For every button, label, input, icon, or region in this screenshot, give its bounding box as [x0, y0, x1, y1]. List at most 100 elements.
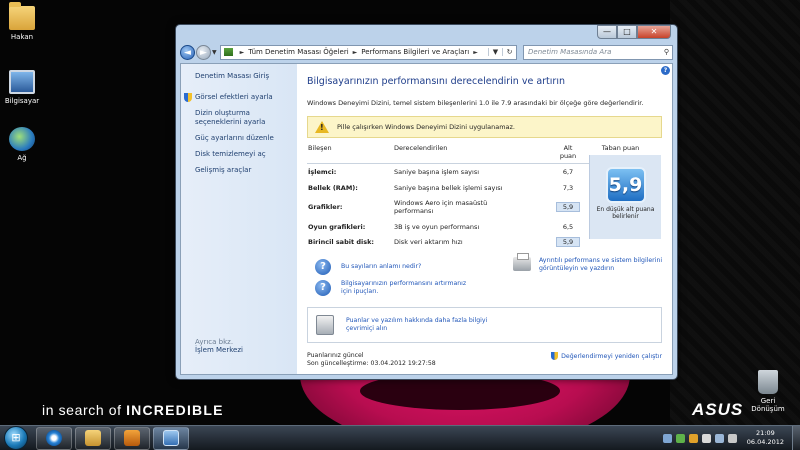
desktop-icon-user-folder[interactable]: Hakan: [0, 2, 47, 41]
desktop-icon-recycle-bin[interactable]: Geri Dönüşüm: [743, 370, 793, 413]
disk-cleanup-link[interactable]: Disk temizlemeyi aç: [195, 150, 291, 159]
maximize-button[interactable]: □: [617, 25, 637, 39]
improve-tips-link[interactable]: ? Bilgisayarınızın performansını artırma…: [315, 280, 485, 296]
recycle-bin-icon: [758, 370, 778, 394]
wireless-tray-icon[interactable]: [714, 433, 724, 443]
indexing-options-link[interactable]: Dizin oluşturma seçeneklerini ayarla: [195, 109, 291, 127]
back-button[interactable]: ◄: [180, 44, 195, 60]
row-subscore-lowest: 5,9: [556, 202, 580, 212]
taskbar-app-ie[interactable]: [36, 426, 72, 450]
minimize-button[interactable]: —: [597, 25, 617, 39]
refresh-icon[interactable]: ↻: [502, 48, 516, 56]
scores-meaning-link[interactable]: ? Bu sayıların anlamı nedir?: [315, 259, 421, 275]
show-desktop-button[interactable]: [792, 425, 800, 450]
help-question-icon: ?: [315, 280, 331, 296]
online-info-link[interactable]: Puanlar ve yazılım hakkında daha fazla b…: [346, 317, 506, 333]
control-panel-home-link[interactable]: Denetim Masası Giriş: [195, 72, 291, 81]
action-center-link[interactable]: İşlem Merkezi: [195, 346, 243, 355]
warning-text: Pille çalışırken Windows Deneyimi Dizini…: [337, 123, 515, 131]
desktop-icon-computer[interactable]: Bilgisayar: [0, 70, 47, 105]
close-button[interactable]: ✕: [637, 25, 671, 39]
page-title: Bilgisayarınızın performansını derecelen…: [307, 76, 565, 87]
breadcrumb-separator[interactable]: ►: [473, 49, 478, 56]
taskbar-app-explorer[interactable]: [75, 426, 111, 450]
row-subscore-lowest: 5,9: [556, 237, 580, 247]
ie-icon: [46, 430, 62, 446]
search-placeholder: Denetim Masasında Ara: [528, 48, 612, 56]
desktop-icon-label: Ağ: [17, 154, 27, 162]
row-rated: Saniye başına işlem sayısı: [394, 168, 480, 176]
row-subscore: 6,7: [562, 168, 574, 176]
score-table: Bileşen Derecelendirilen Alt puan Taban …: [307, 144, 661, 249]
slogan-prefix: in search of: [42, 402, 122, 418]
help-icon[interactable]: ?: [661, 66, 670, 75]
detailed-info-link[interactable]: Ayrıntılı performans ve sistem bilgileri…: [513, 253, 673, 273]
visual-effects-label: Görsel efektleri ayarla: [195, 93, 273, 101]
row-rated: 3B iş ve oyun performansı: [394, 223, 480, 231]
taskbar-app-media-player[interactable]: [114, 426, 150, 450]
desktop-icon-network[interactable]: Ağ: [0, 127, 47, 162]
network-tray-icon[interactable]: [662, 433, 672, 443]
uac-shield-icon: [184, 93, 192, 102]
scores-meaning-label: Bu sayıların anlamı nedir?: [341, 263, 422, 270]
action-center-tray-icon[interactable]: [688, 433, 698, 443]
clock[interactable]: 21:09 06.04.2012: [747, 429, 784, 447]
user-folder-icon: [9, 2, 35, 30]
battery-tray-icon[interactable]: [701, 433, 711, 443]
base-score-badge: 5,9: [605, 167, 646, 203]
page-description: Windows Deneyimi Dizini, temel sistem bi…: [307, 99, 644, 107]
taskbar-app-control-panel[interactable]: [153, 426, 189, 450]
row-component: Grafikler:: [308, 203, 343, 211]
volume-tray-icon[interactable]: [727, 433, 737, 443]
scores-current-text: Puanlarınız güncel: [307, 352, 364, 359]
forward-button[interactable]: ►: [196, 44, 211, 60]
row-subscore: 7,3: [562, 183, 574, 192]
advanced-tools-link[interactable]: Gelişmiş araçlar: [195, 166, 291, 175]
address-bar[interactable]: ► Tüm Denetim Masası Öğeleri ► Performan…: [219, 44, 517, 60]
help-question-icon: ?: [315, 259, 331, 275]
row-subscore: 6,5: [562, 223, 574, 231]
rerun-assessment-link[interactable]: Değerlendirmeyi yeniden çalıştır: [551, 352, 662, 360]
warning-icon: [315, 121, 329, 133]
breadcrumb-all-items[interactable]: Tüm Denetim Masası Öğeleri: [248, 48, 348, 56]
power-settings-link[interactable]: Güç ayarlarını düzenle: [195, 134, 291, 143]
main-pane: ? Bilgisayarınızın performansını derecel…: [297, 64, 672, 374]
recent-pages-dropdown[interactable]: ▼: [212, 49, 217, 56]
address-dropdown-icon[interactable]: ▼: [488, 48, 502, 56]
address-buttons: ▼ ↻: [488, 48, 516, 56]
search-box[interactable]: Denetim Masasında Ara ⚲: [523, 44, 673, 60]
desktop-icon-label: Hakan: [10, 33, 34, 41]
search-icon[interactable]: ⚲: [664, 48, 669, 56]
clock-date: 06.04.2012: [746, 438, 784, 446]
start-button[interactable]: ⊞: [4, 426, 28, 450]
desktop-icon-label: Bilgisayar: [4, 97, 40, 105]
battery-warning-banner: Pille çalışırken Windows Deneyimi Dizini…: [307, 116, 662, 138]
software-box-icon: [316, 315, 334, 335]
row-component: Oyun grafikleri:: [308, 223, 366, 231]
breadcrumb-separator[interactable]: ►: [353, 49, 358, 56]
visual-effects-link[interactable]: Görsel efektleri ayarla: [184, 93, 291, 102]
online-info-panel: Puanlar ve yazılım hakkında daha fazla b…: [307, 307, 662, 343]
breadcrumb-separator[interactable]: ►: [240, 49, 245, 56]
notification-area: 21:09 06.04.2012: [662, 429, 792, 447]
base-score-panel: 5,9 En düşük alt puana belirlenir: [589, 155, 661, 239]
desktop-icon-label: Geri Dönüşüm: [751, 397, 785, 413]
performance-window: — □ ✕ ◄ ► ▼ ► Tüm Denetim Masası Öğeleri…: [175, 24, 678, 380]
help-links: ? Bu sayıların anlamı nedir? ? Bilgisaya…: [307, 253, 662, 301]
see-also-heading: Ayrıca bkz.: [195, 338, 234, 346]
header-rated: Derecelendirilen: [394, 144, 448, 152]
security-tray-icon[interactable]: [675, 433, 685, 443]
rerun-assessment-label: Değerlendirmeyi yeniden çalıştır: [561, 352, 662, 360]
improve-tips-label: Bilgisayarınızın performansını artırmanı…: [341, 280, 467, 295]
breadcrumb-performance[interactable]: Performans Bilgileri ve Araçları: [361, 48, 469, 56]
row-component: Birincil sabit disk:: [308, 238, 374, 246]
detailed-info-label: Ayrıntılı performans ve sistem bilgileri…: [539, 257, 663, 272]
network-icon: [9, 127, 35, 151]
header-component: Bileşen: [308, 144, 332, 152]
slogan-strong: INCREDIBLE: [126, 402, 224, 418]
wallpaper-pattern: [670, 0, 800, 425]
control-panel-icon: [163, 430, 179, 446]
row-component: İşlemci:: [308, 168, 337, 176]
base-score-caption: En düşük alt puana belirlenir: [596, 206, 655, 220]
score-status: Puanlarınız güncel Son güncelleştirme: 0…: [307, 352, 436, 368]
